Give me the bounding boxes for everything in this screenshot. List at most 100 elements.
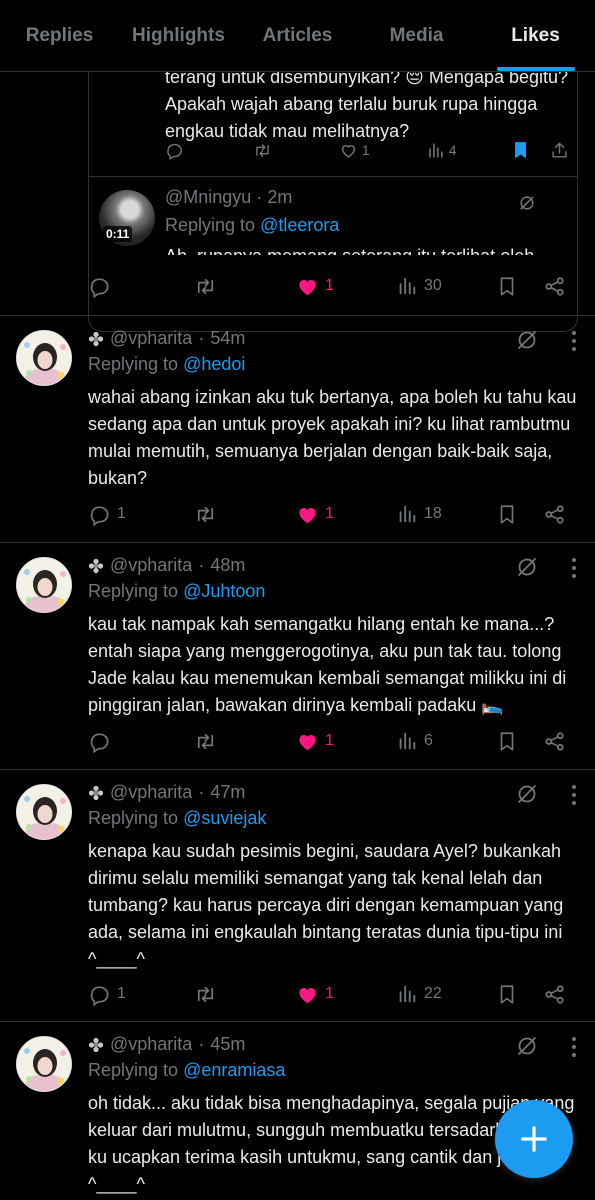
bookmark-button[interactable] — [496, 275, 543, 298]
tweet[interactable]: @vpharita · 48m Replying to @Juhtoon kau tak… — [0, 543, 595, 770]
avatar[interactable] — [16, 330, 72, 386]
views-button[interactable]: 30 — [396, 275, 496, 297]
share-button[interactable] — [543, 983, 566, 1006]
timestamp: 47m — [210, 782, 246, 802]
tab-likes[interactable]: Likes — [476, 0, 595, 71]
mention-link[interactable]: @hedoi — [183, 354, 245, 374]
heart-icon — [341, 144, 355, 158]
grok-icon[interactable] — [517, 193, 537, 213]
like-button[interactable]: 1 — [296, 503, 396, 526]
more-vertical-icon — [572, 331, 576, 351]
share-icon — [552, 142, 567, 158]
quoted-views-button[interactable]: 4 — [426, 141, 511, 160]
tab-articles[interactable]: Articles — [238, 0, 357, 71]
profile-photo — [17, 558, 71, 612]
grok-icon — [518, 785, 536, 803]
views-button[interactable]: 6 — [396, 730, 496, 752]
video-duration: 0:11 — [103, 226, 133, 242]
share-button[interactable] — [543, 730, 566, 753]
like-button[interactable]: 1 — [296, 275, 396, 298]
tab-label: Articles — [262, 24, 333, 46]
grok-button[interactable] — [515, 328, 539, 357]
tab-highlights[interactable]: Highlights — [119, 0, 238, 71]
views-bar-icon — [399, 732, 416, 750]
video-thumbnail[interactable]: 0:11 — [99, 190, 155, 246]
more-options-button[interactable] — [571, 784, 577, 811]
share-button[interactable] — [543, 503, 566, 526]
reply-button[interactable] — [88, 730, 193, 753]
quoted-repost-button[interactable] — [252, 141, 339, 160]
grok-icon — [518, 558, 536, 576]
view-count: 4 — [448, 142, 457, 158]
avatar[interactable] — [16, 784, 72, 840]
author-handle[interactable]: @vpharita — [110, 782, 192, 803]
quoted-share-button[interactable] — [550, 141, 570, 160]
like-count: 1 — [325, 505, 334, 522]
view-count: 22 — [424, 985, 442, 1002]
share-button[interactable] — [543, 275, 566, 298]
reply-button[interactable]: 1 — [88, 503, 193, 526]
tab-label: Media — [389, 24, 444, 46]
repost-button[interactable] — [193, 983, 296, 1006]
grok-icon — [518, 331, 536, 349]
bookmark-button[interactable] — [496, 983, 543, 1006]
heart-icon — [299, 279, 316, 295]
tab-label: Replies — [25, 24, 94, 46]
bookmark-button[interactable] — [496, 503, 543, 526]
quoted-reply[interactable]: 0:11 @Mningyu · 2m Replying to @tleerora… — [89, 176, 577, 331]
tweet-author: @vpharita · 45m — [88, 1034, 245, 1055]
repost-button[interactable] — [193, 730, 296, 753]
quoted-like-button[interactable]: 1 — [339, 141, 426, 160]
more-options-button[interactable] — [571, 1036, 577, 1063]
avatar[interactable] — [16, 557, 72, 613]
tweet[interactable]: @vpharita · 47m Replying to @suviejak kenapa… — [0, 770, 595, 1022]
repost-button[interactable] — [193, 275, 296, 298]
more-options-button[interactable] — [571, 557, 577, 584]
views-button[interactable]: 18 — [396, 503, 496, 525]
views-button[interactable]: 22 — [396, 983, 496, 1005]
reply-button[interactable]: 1 — [88, 983, 193, 1006]
profile-photo — [17, 785, 71, 839]
tweet[interactable]: @vpharita · 54m Replying to @hedoi wahai aba… — [0, 316, 595, 543]
grok-button[interactable] — [515, 1034, 539, 1063]
heart-icon — [299, 987, 316, 1003]
views-bar-icon — [399, 985, 416, 1003]
avatar[interactable] — [16, 1036, 72, 1092]
reply-bubble-icon — [90, 732, 109, 753]
flower-badge-icon — [88, 558, 104, 573]
partial-tweet[interactable]: terang untuk disembunyikan? 😔 Mengapa be… — [0, 70, 595, 332]
author-handle[interactable]: @vpharita — [110, 1034, 192, 1055]
replying-prefix: Replying to — [88, 1060, 184, 1080]
quoted-reply-button[interactable] — [165, 141, 252, 160]
replying-to: Replying to @enramiasa — [88, 1060, 285, 1081]
timestamp: 45m — [210, 1034, 246, 1054]
share-icon — [545, 504, 564, 524]
replying-prefix: Replying to — [165, 215, 261, 235]
bookmark-button[interactable] — [496, 730, 543, 753]
profile-photo — [17, 331, 71, 385]
repost-icon — [197, 506, 214, 522]
repost-icon — [256, 143, 269, 157]
bookmark-icon — [500, 984, 514, 1004]
mention-link[interactable]: @tleerora — [260, 215, 339, 235]
more-options-button[interactable] — [571, 330, 577, 357]
compose-button[interactable] — [495, 1100, 573, 1178]
author-handle[interactable]: @vpharita — [110, 328, 192, 349]
tab-replies[interactable]: Replies — [0, 0, 119, 71]
tab-media[interactable]: Media — [357, 0, 476, 71]
author-handle[interactable]: @Mningyu — [165, 187, 251, 207]
quoted-bookmark-button[interactable] — [511, 140, 551, 160]
mention-link[interactable]: @suviejak — [183, 808, 266, 828]
reply-button[interactable] — [88, 275, 193, 298]
like-button[interactable]: 1 — [296, 983, 396, 1006]
repost-icon — [197, 733, 214, 749]
grok-button[interactable] — [515, 782, 539, 811]
mention-link[interactable]: @enramiasa — [183, 1060, 285, 1080]
repost-button[interactable] — [193, 503, 296, 526]
grok-button[interactable] — [515, 555, 539, 584]
mention-link[interactable]: @Juhtoon — [183, 581, 265, 601]
author-handle[interactable]: @vpharita — [110, 555, 192, 576]
tweet-actions: 16 — [88, 723, 578, 759]
reply-bubble-icon — [90, 505, 109, 526]
like-button[interactable]: 1 — [296, 730, 396, 753]
